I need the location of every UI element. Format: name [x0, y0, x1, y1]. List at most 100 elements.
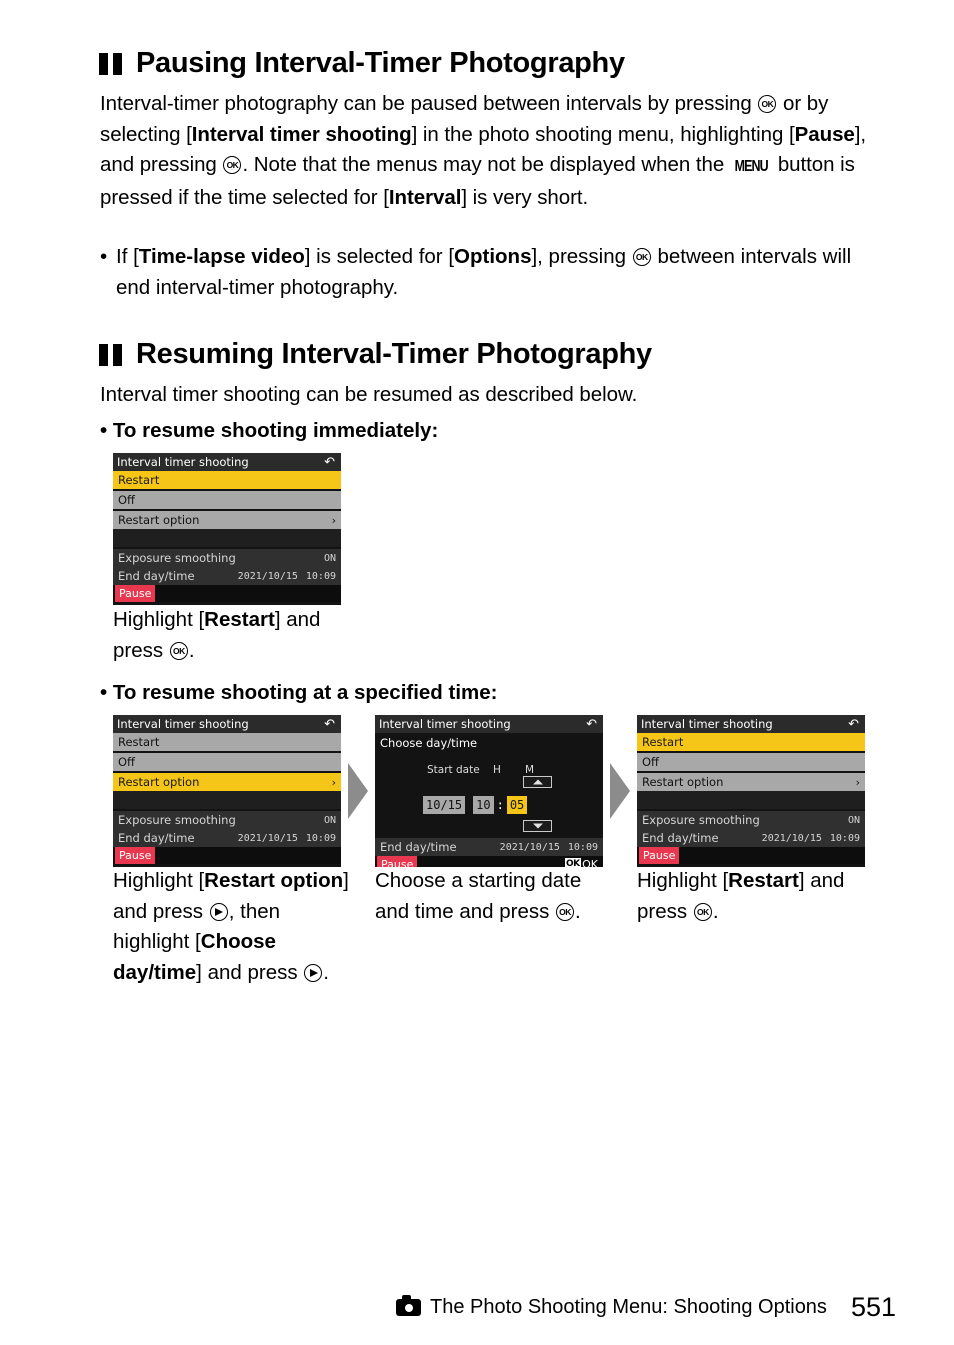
lcd-panel-restart-highlighted: Interval timer shooting ↶ Restart Off Re…	[113, 453, 341, 605]
menu-button-icon: MENU	[734, 158, 769, 175]
caption-text-1: Highlight [	[637, 869, 729, 892]
caption-step-2: Choose a starting date and time and pres…	[375, 866, 605, 927]
bullet-text-3: ], pressing	[531, 245, 632, 268]
lcd-bottom-bar: Pause	[113, 847, 341, 864]
pause-bars-icon	[99, 52, 122, 75]
lcd-row-exposure-smoothing: Exposure smoothing ON	[113, 811, 341, 829]
lcd-row-restart-label: Restart	[118, 735, 160, 749]
lcd-end-day-time-label: End day/time	[118, 569, 195, 583]
lcd-row-restart-label: Restart	[642, 735, 684, 749]
lcd-exposure-smoothing-label: Exposure smoothing	[118, 551, 236, 565]
lcd-daytime-fields: 10/15 10 : 05	[375, 796, 528, 814]
resuming-intro: Interval timer shooting can be resumed a…	[100, 383, 638, 406]
pausing-bullet: • If [Time-lapse video] is selected for …	[100, 242, 860, 303]
lcd-row-end-day-time: End day/time 2021/10/15 10:09	[113, 567, 341, 585]
lcd-pause-chip[interactable]: Pause	[115, 847, 156, 864]
label-hour: H	[493, 764, 501, 776]
lcd-bottom-bar: Pause	[637, 847, 865, 864]
multi-selector-right-icon	[209, 902, 228, 921]
lcd-row-exposure-smoothing: Exposure smoothing ON	[637, 811, 865, 829]
caption-bold-restart-option: Restart option	[204, 869, 344, 892]
footer-breadcrumb: The Photo Shooting Menu: Shooting Option…	[396, 1295, 827, 1319]
ok-button-icon	[693, 902, 712, 921]
lcd-row-restart-option[interactable]: Restart option ›	[113, 511, 341, 529]
lcd-bottom-bar: Pause	[113, 585, 341, 602]
lcd-title-bar: Interval timer shooting ↶	[113, 453, 341, 471]
lcd-exposure-smoothing-label: Exposure smoothing	[642, 813, 760, 827]
caption-text-3: .	[188, 638, 195, 662]
lcd-empty-row	[113, 529, 341, 547]
lcd-end-date-value: 2021/10/15	[237, 570, 298, 582]
lcd-panel-choose-day-time: Interval timer shooting ↶ Choose day/tim…	[375, 715, 603, 867]
lcd-row-restart-option-label: Restart option	[118, 775, 200, 789]
multi-selector-right-icon	[304, 963, 323, 982]
lcd-row-off[interactable]: Off	[113, 753, 341, 771]
lcd-row-off-label: Off	[642, 755, 659, 769]
lcd-row-restart[interactable]: Restart	[113, 733, 341, 751]
lcd-end-day-time-label: End day/time	[380, 840, 457, 854]
para-bold-pause: Pause	[794, 122, 855, 146]
lcd-pause-chip[interactable]: Pause	[115, 585, 156, 602]
caption-text-4: ] and press	[196, 960, 304, 984]
caption-immediate: Highlight [Restart] and press .	[113, 605, 353, 666]
lcd-row-end-day-time: End day/time 2021/10/15 10:09	[637, 829, 865, 847]
lcd-pause-chip[interactable]: Pause	[639, 847, 680, 864]
caption-text-3: .	[712, 899, 719, 923]
bullet-text: If [Time-lapse video] is selected for [O…	[116, 242, 860, 303]
hour-field[interactable]: 10	[473, 796, 494, 814]
lcd-row-off-label: Off	[118, 755, 135, 769]
para-bold-interval: Interval	[388, 185, 462, 209]
para-bold-interval-timer-shooting: Interval timer shooting	[191, 122, 412, 146]
ok-button-icon	[632, 248, 651, 266]
lcd-row-restart[interactable]: Restart	[637, 733, 865, 751]
lcd-end-clock-value: 10:09	[567, 841, 598, 853]
lcd-title-text: Interval timer shooting	[117, 455, 249, 469]
lcd-end-date-value: 2021/10/15	[499, 841, 560, 853]
caption-text-5: .	[323, 960, 329, 984]
page-footer: The Photo Shooting Menu: Shooting Option…	[0, 1292, 954, 1323]
manual-page: Pausing Interval-Timer Photography Inter…	[0, 0, 954, 1345]
ok-button-icon	[169, 641, 188, 660]
ok-button-icon	[556, 902, 575, 921]
lcd-exposure-smoothing-value: ON	[323, 814, 336, 826]
step-arrow-icon-2	[610, 763, 630, 819]
para-text-7: ] is very short.	[461, 185, 589, 209]
lcd-row-off[interactable]: Off	[637, 753, 865, 771]
lcd-exposure-smoothing-label: Exposure smoothing	[118, 813, 236, 827]
page-number: 551	[850, 1292, 896, 1322]
label-minute: M	[525, 764, 535, 776]
lcd-subtitle-choose-day-time: Choose day/time	[380, 736, 478, 750]
lcd-title-bar: Interval timer shooting ↶	[375, 715, 603, 733]
lcd-row-restart-option[interactable]: Restart option ›	[637, 773, 865, 791]
para-text-5: . Note that the menus may not be display…	[242, 153, 730, 176]
lcd-exposure-smoothing-value: ON	[323, 552, 336, 564]
lcd-end-clock-value: 10:09	[305, 570, 336, 582]
lcd-row-restart[interactable]: Restart	[113, 471, 341, 489]
section-heading-resuming-text: Resuming Interval-Timer Photography	[136, 338, 652, 370]
lcd-row-off[interactable]: Off	[113, 491, 341, 509]
lcd-end-clock-value: 10:09	[305, 832, 336, 844]
caption-text-1: Choose a starting date and time and pres…	[375, 869, 582, 923]
minute-increment-button[interactable]	[523, 776, 552, 788]
section-heading-resuming: Resuming Interval-Timer Photography	[99, 338, 652, 371]
minute-decrement-button[interactable]	[523, 820, 552, 832]
lcd-row-restart-option[interactable]: Restart option ›	[113, 773, 341, 791]
chevron-right-icon: ›	[331, 775, 336, 789]
start-date-field[interactable]: 10/15	[423, 796, 466, 814]
return-arrow-icon: ↶	[848, 716, 859, 732]
lcd-empty-row	[113, 791, 341, 809]
bullet-head-immediate: • To resume shooting immediately:	[100, 419, 439, 442]
lcd-end-date-value: 2021/10/15	[237, 832, 298, 844]
lcd-row-restart-option-label: Restart option	[118, 513, 200, 527]
caption-step-3: Highlight [Restart] and press .	[637, 866, 877, 927]
lcd-end-day-time-label: End day/time	[642, 831, 719, 845]
return-arrow-icon: ↶	[324, 454, 335, 470]
minute-field[interactable]: 05	[506, 796, 528, 814]
lcd-row-end-day-time: End day/time 2021/10/15 10:09	[375, 838, 603, 856]
bullet-bold-time-lapse-video: Time-lapse video	[138, 245, 305, 268]
bullet-bold-options: Options	[454, 245, 532, 268]
lcd-exposure-smoothing-value: ON	[847, 814, 860, 826]
return-arrow-icon: ↶	[586, 716, 597, 732]
pause-bars-icon	[99, 343, 122, 366]
ok-button-icon	[223, 156, 242, 174]
